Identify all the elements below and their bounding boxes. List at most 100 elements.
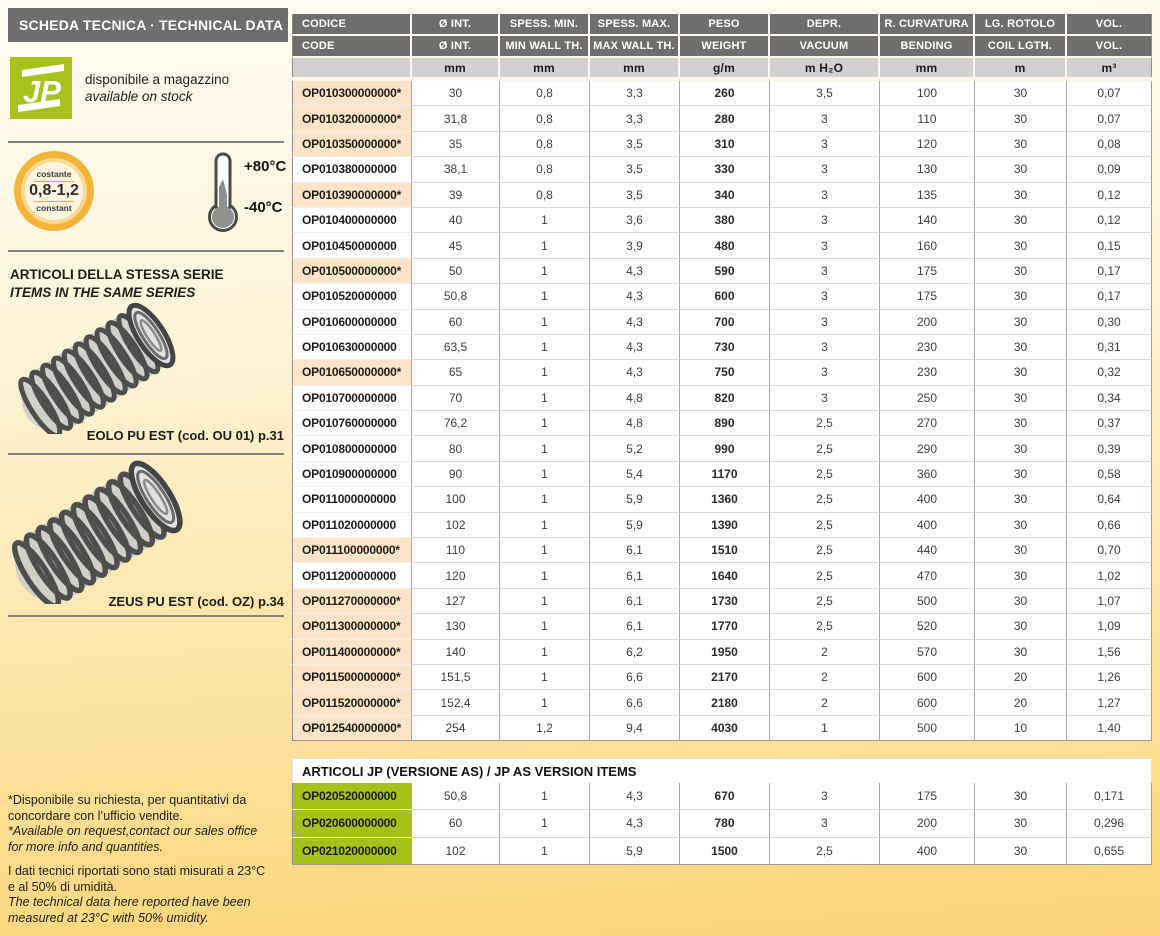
value-cell: 70 (412, 386, 500, 411)
code-cell: OP010800000000 (292, 436, 412, 461)
code-cell: OP010390000000* (292, 183, 412, 208)
value-cell: 140 (412, 640, 500, 665)
value-cell: 3 (770, 310, 880, 335)
value-cell: 30 (975, 157, 1067, 182)
value-cell: 2,5 (770, 411, 880, 436)
code-cell: OP010700000000 (292, 386, 412, 411)
value-cell: 780 (680, 810, 770, 837)
value-cell: 2 (770, 640, 880, 665)
sidebar: SCHEDA TECNICA · TECHNICAL DATA JP dispo… (8, 0, 290, 936)
value-cell: 2,5 (770, 436, 880, 461)
value-cell: 1 (500, 783, 590, 810)
value-cell: 3,5 (590, 183, 680, 208)
value-cell: 600 (680, 284, 770, 309)
value-cell: 30 (975, 106, 1067, 131)
table-row: OP0206000000006014,37803200300,296 (292, 810, 1152, 837)
column-header-cell: COIL LGTH. (975, 36, 1067, 58)
value-cell: 110 (412, 538, 500, 563)
value-cell: 60 (412, 810, 500, 837)
value-cell: 500 (880, 589, 975, 614)
value-cell: 0,07 (1067, 81, 1152, 106)
code-cell: OP011500000000* (292, 665, 412, 690)
value-cell: 1 (500, 665, 590, 690)
value-cell: 0,8 (500, 183, 590, 208)
value-cell: 30 (975, 436, 1067, 461)
table-row: OP011520000000*152,416,621802600201,27 (292, 690, 1152, 715)
value-cell: 30 (975, 513, 1067, 538)
code-cell: OP011520000000* (292, 690, 412, 715)
value-cell: 38,1 (412, 157, 500, 182)
value-cell: 0,8 (500, 106, 590, 131)
value-cell: 590 (680, 259, 770, 284)
table-row: OP010320000000*31,80,83,32803110300,07 (292, 106, 1152, 131)
value-cell: 5,2 (590, 436, 680, 461)
value-cell: 100 (412, 487, 500, 512)
value-cell: 10 (975, 716, 1067, 741)
main-table-header: CODICEØ INT.SPESS. MIN.SPESS. MAX.PESODE… (292, 14, 1152, 77)
unit-header-cell: mm (500, 58, 590, 77)
value-cell: 30 (975, 462, 1067, 487)
table-row: OP01063000000063,514,37303230300,31 (292, 335, 1152, 360)
value-cell: 1950 (680, 640, 770, 665)
related-item-caption: ZEUS PU EST (cod. OZ) p.34 (8, 594, 284, 609)
value-cell: 2170 (680, 665, 770, 690)
value-cell: 700 (680, 310, 770, 335)
unit-header-cell (292, 58, 412, 77)
table-row: OP011270000000*12716,117302,5500301,07 (292, 589, 1152, 614)
value-cell: 3 (770, 183, 880, 208)
value-cell: 600 (880, 665, 975, 690)
table-row: OP011300000000*13016,117702,5520301,09 (292, 614, 1152, 639)
value-cell: 50,8 (412, 284, 500, 309)
value-cell: 3 (770, 233, 880, 258)
value-cell: 6,1 (590, 563, 680, 588)
value-cell: 30 (975, 810, 1067, 837)
column-header-cell: Ø INT. (412, 14, 500, 36)
code-cell: OP010450000000 (292, 233, 412, 258)
value-cell: 200 (880, 810, 975, 837)
value-cell: 100 (880, 81, 975, 106)
as-section-title: ARTICOLI JP (VERSIONE AS) / JP AS VERSIO… (292, 758, 1152, 783)
value-cell: 990 (680, 436, 770, 461)
value-cell: 1 (500, 233, 590, 258)
unit-header-cell: m³ (1067, 58, 1152, 77)
technical-data-sheet: SCHEDA TECNICA · TECHNICAL DATA JP dispo… (0, 0, 1160, 936)
value-cell: 90 (412, 462, 500, 487)
value-cell: 1 (500, 589, 590, 614)
value-cell: 2,5 (770, 614, 880, 639)
value-cell: 31,8 (412, 106, 500, 131)
value-cell: 1500 (680, 838, 770, 865)
value-cell: 20 (975, 665, 1067, 690)
value-cell: 400 (880, 487, 975, 512)
column-header-cell: SPESS. MAX. (590, 14, 680, 36)
code-cell: OP011100000000* (292, 538, 412, 563)
unit-header-cell: g/m (680, 58, 770, 77)
value-cell: 102 (412, 838, 500, 865)
value-cell: 820 (680, 386, 770, 411)
value-cell: 1 (500, 386, 590, 411)
value-cell: 30 (975, 563, 1067, 588)
value-cell: 30 (975, 81, 1067, 106)
column-header-cell: Ø INT. (412, 36, 500, 58)
column-header-cell: CODE (292, 36, 412, 58)
footnote-availability-en: *Available on request,contact our sales … (8, 824, 290, 855)
value-cell: 4,3 (590, 310, 680, 335)
value-cell: 2,5 (770, 589, 880, 614)
value-cell: 230 (880, 360, 975, 385)
divider (8, 615, 284, 617)
value-cell: 1 (500, 690, 590, 715)
value-cell: 3,5 (590, 157, 680, 182)
table-row: OP0106000000006014,37003200300,30 (292, 310, 1152, 335)
value-cell: 40 (412, 208, 500, 233)
table-row: OP01102000000010215,913902,5400300,66 (292, 513, 1152, 538)
stock-label-en: available on stock (85, 88, 229, 105)
value-cell: 50 (412, 259, 500, 284)
footnotes: *Disponibile su richiesta, per quantitat… (8, 793, 290, 926)
value-cell: 1 (500, 360, 590, 385)
value-cell: 440 (880, 538, 975, 563)
value-cell: 30 (975, 838, 1067, 865)
value-cell: 750 (680, 360, 770, 385)
value-cell: 30 (975, 360, 1067, 385)
value-cell: 1 (500, 538, 590, 563)
value-cell: 0,8 (500, 157, 590, 182)
value-cell: 175 (880, 259, 975, 284)
